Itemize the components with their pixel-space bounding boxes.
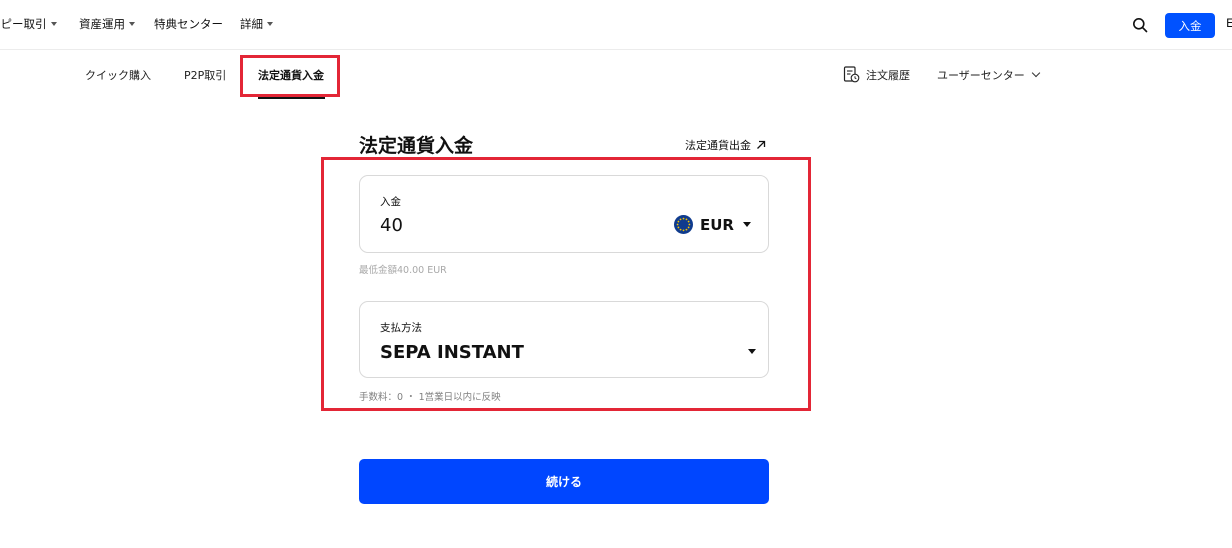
caret-down-icon bbox=[50, 22, 57, 26]
minimum-amount-hint: 最低金額40.00 EUR bbox=[359, 265, 447, 276]
arrow-up-right-icon bbox=[757, 140, 766, 149]
currency-code: EUR bbox=[700, 215, 734, 234]
chevron-down-icon bbox=[1031, 68, 1041, 78]
deposit-button[interactable]: 入金 bbox=[1165, 13, 1215, 38]
amount-input[interactable] bbox=[380, 215, 660, 236]
nav-item-label: 特典センター bbox=[154, 17, 223, 31]
tab-fiat-deposit[interactable]: 法定通貨入金 bbox=[258, 67, 324, 83]
caret-down-icon bbox=[267, 22, 273, 26]
active-tab-indicator bbox=[258, 97, 325, 99]
continue-button[interactable]: 続ける bbox=[359, 459, 769, 504]
payment-method-value: SEPA INSTANT bbox=[380, 342, 524, 363]
nav-item-rewards-center[interactable]: 特典センター bbox=[154, 16, 223, 32]
amount-label: 入金 bbox=[380, 196, 401, 208]
amount-card: 入金 EUR bbox=[359, 175, 769, 253]
tab-quick-buy[interactable]: クイック購入 bbox=[85, 67, 151, 83]
nav-item-label: 詳細 bbox=[240, 17, 263, 31]
eu-flag-icon bbox=[674, 215, 693, 234]
user-center-menu[interactable]: ユーザーセンター bbox=[937, 67, 1041, 83]
fee-hint: 手数料：0 ・ 1営業日以内に反映 bbox=[359, 392, 501, 403]
payment-method-select[interactable]: 支払方法 SEPA INSTANT bbox=[359, 301, 769, 378]
nav-item-label: 資産運用 bbox=[79, 17, 125, 31]
page-title: 法定通貨入金 bbox=[359, 135, 474, 157]
top-navigation: コピー取引 資産運用 特典センター 詳細 入金 E bbox=[0, 0, 1232, 50]
caret-down-icon bbox=[129, 22, 135, 26]
nav-item-more[interactable]: 詳細 bbox=[240, 16, 273, 32]
order-history-link[interactable]: 注文履歴 bbox=[866, 67, 910, 83]
fiat-withdraw-label: 法定通貨出金 bbox=[685, 139, 751, 152]
search-icon[interactable] bbox=[1132, 17, 1148, 33]
caret-down-icon bbox=[748, 349, 756, 354]
user-center-label: ユーザーセンター bbox=[937, 69, 1025, 82]
fiat-withdraw-link[interactable]: 法定通貨出金 bbox=[685, 137, 766, 153]
nav-edge-label[interactable]: E bbox=[1226, 16, 1232, 30]
caret-down-icon bbox=[742, 222, 751, 227]
tab-p2p-trading[interactable]: P2P取引 bbox=[184, 67, 226, 83]
payment-method-label: 支払方法 bbox=[380, 322, 422, 334]
nav-item-label: コピー取引 bbox=[0, 17, 47, 31]
order-history-icon[interactable] bbox=[843, 66, 860, 83]
nav-item-asset-management[interactable]: 資産運用 bbox=[79, 16, 135, 32]
nav-item-copy-trading[interactable]: コピー取引 bbox=[0, 16, 57, 32]
currency-select[interactable]: EUR bbox=[674, 215, 751, 234]
